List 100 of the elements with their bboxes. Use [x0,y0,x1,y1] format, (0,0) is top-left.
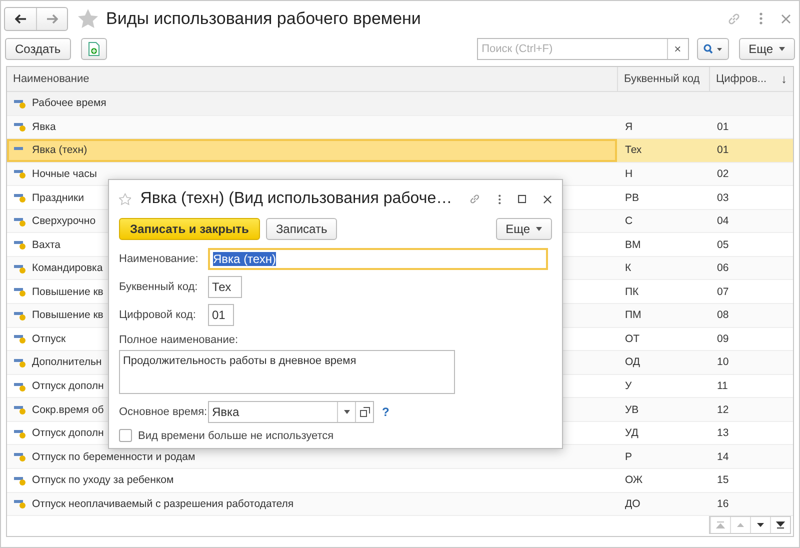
main-time-field[interactable]: Явка [208,401,374,423]
row-name: Командировка [32,262,103,274]
more-icon[interactable] [759,12,763,25]
checkbox[interactable] [119,429,132,442]
letter-code: УД [625,427,638,440]
item-icon [14,451,26,462]
arrow-left-icon [14,14,26,24]
more-button[interactable]: Еще [496,218,552,240]
create-button[interactable]: Создать [5,38,71,60]
item-icon [14,286,26,298]
letter-code: ПК [625,286,639,298]
digit-code-field[interactable]: 01 [208,304,234,326]
close-icon[interactable] [543,194,552,204]
table-row[interactable]: Явка Я 01 [7,116,793,140]
star-icon[interactable] [78,9,98,28]
star-icon[interactable] [119,192,132,206]
save-button[interactable]: Записать [266,218,338,240]
row-name: Дополнительн [32,356,102,368]
field-label: Основное время: [119,406,208,418]
document-plus-icon [88,42,100,56]
row-name: Отпуск по уходу за ребенком [32,474,174,486]
digit-code: 01 [717,144,729,156]
letter-code: ОТ [625,332,640,345]
letter-code: ПМ [625,309,642,322]
item-icon [14,216,26,227]
row-name: Отпуск неоплачиваемый с разрешения работодателя [32,498,294,510]
field-label: Цифровой код: [119,309,197,321]
row-name: Явка (техн) [32,144,88,156]
item-icon [14,262,26,274]
row-name: Праздники [32,192,84,204]
column-header[interactable]: Цифров... ↓ [709,67,793,91]
item-icon [14,239,26,250]
help-link[interactable]: ? [382,405,390,419]
caret-icon [536,227,542,231]
letter-code: ВМ [625,238,641,251]
item-icon [14,474,26,486]
table-row[interactable]: Отпуск по беременности и родам Р 14 [7,445,793,469]
table-row[interactable]: Явка (техн) Тех 01 [7,139,793,163]
row-name: Ночные часы [32,168,97,180]
letter-code: Я [625,120,633,133]
row-name: Отпуск дополн [32,427,104,440]
letter-code: ОЖ [625,474,643,486]
row-name: Явка [32,120,56,133]
item-icon [14,498,26,510]
letter-code: Тех [625,144,642,156]
row-name: Отпуск [32,332,66,345]
search-button[interactable] [696,38,729,60]
open-icon[interactable] [360,407,370,417]
name-field[interactable]: Явка (техн) [208,248,548,270]
digit-code: 02 [717,168,729,180]
row-name: Отпуск по беременности и родам [32,450,196,463]
item-icon [14,192,26,203]
digit-code: 12 [717,404,729,416]
letter-code: ОД [625,356,640,368]
digit-code: 16 [717,498,729,510]
digit-code: 05 [717,238,729,251]
letter-code-field[interactable]: Тех [208,276,242,298]
maximize-icon[interactable] [518,194,526,204]
search-field[interactable]: Поиск (Ctrl+F) × [476,38,689,60]
more-button[interactable]: Еще [738,38,795,60]
table-row[interactable]: Отпуск неоплачиваемый с разрешения работодателя ДО 16 [7,492,793,516]
digit-code: 06 [717,262,729,274]
full-name-field[interactable]: Продолжительность работы в дневное время [119,350,455,394]
field-label: Полное наименование: [119,333,240,347]
copy-document-button[interactable] [80,38,107,60]
row-name: Отпуск дополн [32,380,104,392]
letter-code: ДО [625,498,640,510]
link-icon[interactable] [727,12,741,26]
search-icon [702,44,723,54]
link-icon[interactable] [469,192,481,206]
column-header[interactable]: Наименование [7,67,617,91]
digit-code: 04 [717,215,729,228]
table-row[interactable]: Рабочее время [7,92,793,116]
item-icon [14,168,26,180]
field-label: Буквенный код: [119,281,199,293]
item-icon [14,98,26,109]
digit-code: 01 [717,120,729,133]
window-title: Виды использования рабочего времени [106,8,421,28]
letter-code: РВ [625,192,640,204]
item-icon [14,380,26,392]
sort-indicator: ↓ [781,72,787,86]
item-icon [14,310,26,321]
save-and-close-button[interactable]: Записать и закрыть [119,218,260,240]
item-icon [14,404,26,416]
digit-code: 14 [717,450,729,463]
dropdown-icon[interactable] [344,410,350,414]
item-icon [14,428,26,439]
row-name: Вахта [32,238,61,251]
item-icon [14,356,26,368]
digit-code: 09 [717,332,729,345]
more-icon[interactable] [498,192,501,206]
digit-code: 13 [717,427,729,440]
digit-code: 11 [717,380,728,392]
column-header[interactable]: Буквенный код [617,67,709,91]
letter-code: УВ [625,404,639,416]
digit-code: 10 [717,356,729,368]
clear-search-button[interactable]: × [666,39,688,59]
dialog-title: Явка (техн) (Вид использования рабоче… [140,190,452,208]
row-name: Повышение кв [32,309,104,322]
row-name: Повышение кв [32,286,104,298]
